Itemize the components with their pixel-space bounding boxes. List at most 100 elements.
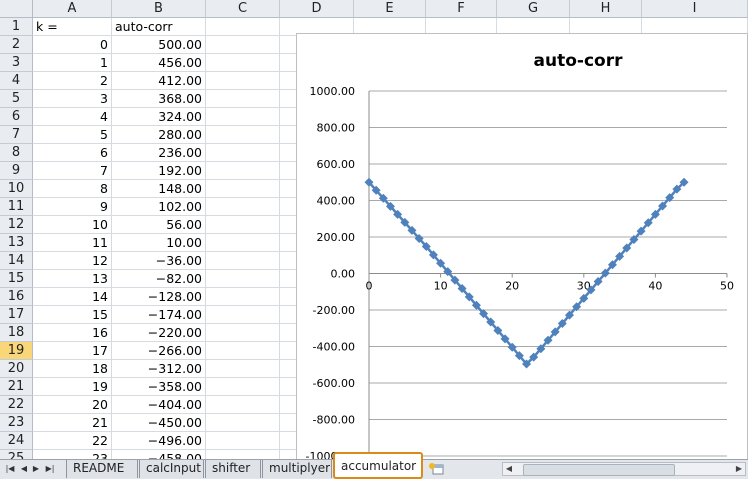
cell-c9[interactable] bbox=[206, 162, 280, 180]
cell-b2[interactable]: 500.00 bbox=[112, 36, 206, 54]
cell-c4[interactable] bbox=[206, 72, 280, 90]
cell-c12[interactable] bbox=[206, 216, 280, 234]
first-sheet-icon[interactable]: |◀ bbox=[4, 462, 16, 476]
cell-b11[interactable]: 102.00 bbox=[112, 198, 206, 216]
column-header-e[interactable]: E bbox=[354, 0, 426, 18]
cell-c20[interactable] bbox=[206, 360, 280, 378]
cell-b4[interactable]: 412.00 bbox=[112, 72, 206, 90]
cell-b5[interactable]: 368.00 bbox=[112, 90, 206, 108]
column-header-g[interactable]: G bbox=[497, 0, 570, 18]
column-header-h[interactable]: H bbox=[570, 0, 642, 18]
cell-a14[interactable]: 12 bbox=[33, 252, 112, 270]
scroll-thumb[interactable] bbox=[523, 464, 675, 476]
row-header-9[interactable]: 9 bbox=[0, 162, 33, 180]
row-header-4[interactable]: 4 bbox=[0, 72, 33, 90]
cell-a25[interactable]: 23 bbox=[33, 450, 112, 459]
last-sheet-icon[interactable]: ▶| bbox=[44, 462, 56, 476]
column-header-b[interactable]: B bbox=[112, 0, 206, 18]
sheet-tab-accumulator[interactable]: accumulator bbox=[333, 452, 423, 479]
cell-c16[interactable] bbox=[206, 288, 280, 306]
cell-b3[interactable]: 456.00 bbox=[112, 54, 206, 72]
row-header-23[interactable]: 23 bbox=[0, 414, 33, 432]
cell-b22[interactable]: −404.00 bbox=[112, 396, 206, 414]
row-header-20[interactable]: 20 bbox=[0, 360, 33, 378]
cell-a5[interactable]: 3 bbox=[33, 90, 112, 108]
cell-c2[interactable] bbox=[206, 36, 280, 54]
sheet-tab-multiplyer[interactable]: multiplyer bbox=[262, 460, 332, 478]
cell-b19[interactable]: −266.00 bbox=[112, 342, 206, 360]
cell-b9[interactable]: 192.00 bbox=[112, 162, 206, 180]
cell-c13[interactable] bbox=[206, 234, 280, 252]
scroll-left-icon[interactable]: ◀ bbox=[503, 463, 515, 475]
insert-sheet-icon[interactable] bbox=[428, 462, 446, 476]
row-header-5[interactable]: 5 bbox=[0, 90, 33, 108]
row-header-11[interactable]: 11 bbox=[0, 198, 33, 216]
cell-c3[interactable] bbox=[206, 54, 280, 72]
cell-c7[interactable] bbox=[206, 126, 280, 144]
column-header-c[interactable]: C bbox=[206, 0, 280, 18]
cell-b20[interactable]: −312.00 bbox=[112, 360, 206, 378]
cell-c22[interactable] bbox=[206, 396, 280, 414]
cell-c10[interactable] bbox=[206, 180, 280, 198]
cell-a6[interactable]: 4 bbox=[33, 108, 112, 126]
row-header-25[interactable]: 25 bbox=[0, 450, 33, 459]
sheet-tab-readme[interactable]: README bbox=[66, 460, 138, 478]
scroll-right-icon[interactable]: ▶ bbox=[733, 463, 745, 475]
cell-a12[interactable]: 10 bbox=[33, 216, 112, 234]
row-header-10[interactable]: 10 bbox=[0, 180, 33, 198]
cell-c19[interactable] bbox=[206, 342, 280, 360]
cell-c25[interactable] bbox=[206, 450, 280, 459]
cell-c15[interactable] bbox=[206, 270, 280, 288]
cell-a20[interactable]: 18 bbox=[33, 360, 112, 378]
cell-a24[interactable]: 22 bbox=[33, 432, 112, 450]
row-header-1[interactable]: 1 bbox=[0, 18, 33, 36]
cell-a7[interactable]: 5 bbox=[33, 126, 112, 144]
cell-c23[interactable] bbox=[206, 414, 280, 432]
cell-b25[interactable]: −458.00 bbox=[112, 450, 206, 459]
cell-a10[interactable]: 8 bbox=[33, 180, 112, 198]
cell-c1[interactable] bbox=[206, 18, 280, 36]
column-header-d[interactable]: D bbox=[280, 0, 354, 18]
row-header-7[interactable]: 7 bbox=[0, 126, 33, 144]
cell-b15[interactable]: −82.00 bbox=[112, 270, 206, 288]
next-sheet-icon[interactable]: ▶ bbox=[30, 462, 42, 476]
row-header-24[interactable]: 24 bbox=[0, 432, 33, 450]
cell-a4[interactable]: 2 bbox=[33, 72, 112, 90]
row-header-21[interactable]: 21 bbox=[0, 378, 33, 396]
cell-b21[interactable]: −358.00 bbox=[112, 378, 206, 396]
prev-sheet-icon[interactable]: ◀ bbox=[18, 462, 30, 476]
cell-b18[interactable]: −220.00 bbox=[112, 324, 206, 342]
row-header-15[interactable]: 15 bbox=[0, 270, 33, 288]
cell-a1[interactable]: k = bbox=[33, 18, 112, 36]
cell-c21[interactable] bbox=[206, 378, 280, 396]
row-header-8[interactable]: 8 bbox=[0, 144, 33, 162]
spreadsheet-grid[interactable]: ABCDEFGHI 1k = auto-corr 2 0 500.00 3 1 456.00 4… bbox=[0, 0, 748, 459]
row-header-17[interactable]: 17 bbox=[0, 306, 33, 324]
cell-a18[interactable]: 16 bbox=[33, 324, 112, 342]
column-header-a[interactable]: A bbox=[33, 0, 112, 18]
cell-b13[interactable]: 10.00 bbox=[112, 234, 206, 252]
cell-b10[interactable]: 148.00 bbox=[112, 180, 206, 198]
cell-a21[interactable]: 19 bbox=[33, 378, 112, 396]
cell-c6[interactable] bbox=[206, 108, 280, 126]
cell-c8[interactable] bbox=[206, 144, 280, 162]
cell-c5[interactable] bbox=[206, 90, 280, 108]
cell-a13[interactable]: 11 bbox=[33, 234, 112, 252]
cell-b1[interactable]: auto-corr bbox=[112, 18, 206, 36]
cell-a22[interactable]: 20 bbox=[33, 396, 112, 414]
cell-b6[interactable]: 324.00 bbox=[112, 108, 206, 126]
cell-a9[interactable]: 7 bbox=[33, 162, 112, 180]
row-header-6[interactable]: 6 bbox=[0, 108, 33, 126]
cell-c14[interactable] bbox=[206, 252, 280, 270]
sheet-tab-shifter[interactable]: shifter bbox=[205, 460, 261, 478]
cell-c17[interactable] bbox=[206, 306, 280, 324]
cell-b24[interactable]: −496.00 bbox=[112, 432, 206, 450]
row-header-13[interactable]: 13 bbox=[0, 234, 33, 252]
cell-a17[interactable]: 15 bbox=[33, 306, 112, 324]
cell-b23[interactable]: −450.00 bbox=[112, 414, 206, 432]
row-header-14[interactable]: 14 bbox=[0, 252, 33, 270]
row-header-3[interactable]: 3 bbox=[0, 54, 33, 72]
horizontal-scrollbar[interactable]: ◀ ▶ bbox=[502, 462, 746, 476]
cell-a16[interactable]: 14 bbox=[33, 288, 112, 306]
chart-object[interactable]: auto-corr 1000.00 800.00 600.00 400.00 200.00… bbox=[296, 33, 748, 459]
